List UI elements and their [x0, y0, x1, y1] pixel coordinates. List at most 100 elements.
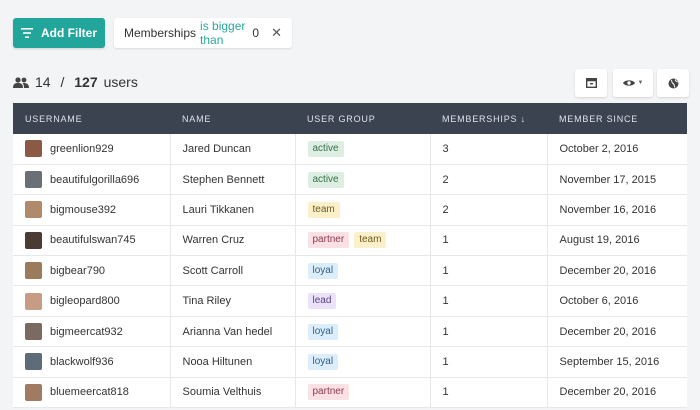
username-cell: bigmouse392: [13, 194, 171, 226]
username-cell: beautifulgorilla696: [13, 164, 171, 196]
username-cell: blackwolf936: [13, 346, 171, 378]
user-group-cell: partner team: [295, 225, 431, 257]
memberships-cell: 1: [430, 316, 548, 348]
table-row[interactable]: bluemeercat818 Soumia Velthuis partner 1 Dec…: [13, 377, 687, 409]
username-cell: greenlion929: [13, 134, 171, 165]
table-row[interactable]: bigbear790 Scott Carroll loyal 1 December 20…: [13, 255, 687, 287]
user-group-cell: partner: [295, 377, 431, 409]
name-cell: Scott Carroll: [170, 255, 296, 287]
visibility-dropdown-button[interactable]: ▼: [613, 69, 653, 97]
add-filter-button[interactable]: Add Filter: [13, 18, 105, 48]
username-cell: bigleopard800: [13, 285, 171, 317]
username[interactable]: beautifulswan745: [50, 234, 136, 246]
member-since-cell: August 19, 2016: [547, 225, 687, 257]
tag-lead[interactable]: lead: [307, 293, 337, 310]
username[interactable]: blackwolf936: [50, 356, 114, 368]
memberships-cell: 3: [430, 134, 548, 165]
name-cell: Lauri Tikkanen: [170, 194, 296, 226]
header-username[interactable]: USERNAME: [13, 103, 170, 134]
table-row[interactable]: bigmouse392 Lauri Tikkanen team 2 November 1…: [13, 194, 687, 226]
close-icon[interactable]: ✕: [271, 25, 282, 41]
username[interactable]: greenlion929: [50, 143, 114, 155]
archive-button[interactable]: [575, 69, 607, 97]
header-name[interactable]: NAME: [170, 103, 295, 134]
filter-value[interactable]: 0: [252, 26, 259, 40]
table-header-row: USERNAME NAME USER GROUP MEMBERSHIPS ↓ M…: [13, 103, 687, 134]
shown-count: 14: [35, 74, 51, 90]
avatar: [25, 201, 42, 219]
memberships-cell: 1: [430, 225, 548, 257]
tag-loyal[interactable]: loyal: [307, 262, 339, 279]
user-group-cell: active: [295, 134, 431, 165]
add-filter-label: Add Filter: [41, 26, 97, 40]
table-row[interactable]: beautifulswan745 Warren Cruz partner team 1 A…: [13, 225, 687, 257]
tag-loyal[interactable]: loyal: [307, 323, 339, 340]
user-group-cell: loyal: [295, 255, 431, 287]
user-group-cell: lead: [295, 285, 431, 317]
avatar: [25, 140, 42, 158]
user-count: 14 / 127 users: [13, 74, 138, 90]
member-since-cell: November 17, 2015: [547, 164, 687, 196]
users-table: USERNAME NAME USER GROUP MEMBERSHIPS ↓ M…: [13, 103, 687, 409]
username-cell: beautifulswan745: [13, 225, 171, 257]
tag-active[interactable]: active: [307, 140, 344, 157]
username[interactable]: bigmouse392: [50, 204, 116, 216]
table-row[interactable]: bigleopard800 Tina Riley lead 1 October 6, 2…: [13, 285, 687, 317]
table-row[interactable]: blackwolf936 Nooa Hiltunen loyal 1 September…: [13, 346, 687, 378]
member-since-cell: December 20, 2016: [547, 377, 687, 409]
memberships-cell: 1: [430, 377, 548, 409]
name-cell: Tina Riley: [170, 285, 296, 317]
username[interactable]: bigmeercat932: [50, 326, 123, 338]
total-count: 127: [74, 74, 98, 90]
table-row[interactable]: bigmeercat932 Arianna Van hedel loyal 1 Dece…: [13, 316, 687, 348]
member-since-cell: October 2, 2016: [547, 134, 687, 165]
username-cell: bluemeercat818: [13, 377, 171, 409]
member-since-cell: November 16, 2016: [547, 194, 687, 226]
filter-bar: Add Filter Memberships is bigger than 0 …: [13, 18, 292, 48]
name-cell: Soumia Velthuis: [170, 377, 296, 409]
name-cell: Stephen Bennett: [170, 164, 296, 196]
filter-chip[interactable]: Memberships is bigger than 0 ✕: [114, 18, 292, 48]
username[interactable]: bigbear790: [50, 265, 105, 277]
member-since-cell: December 20, 2016: [547, 316, 687, 348]
header-memberships[interactable]: MEMBERSHIPS ↓: [430, 103, 547, 134]
filter-field: Memberships: [124, 26, 197, 40]
tag-partner[interactable]: partner: [307, 384, 350, 401]
table-row[interactable]: beautifulgorilla696 Stephen Bennett active…: [13, 164, 687, 196]
avatar: [25, 171, 42, 189]
chevron-down-icon: ▼: [637, 80, 644, 86]
tag-loyal[interactable]: loyal: [307, 353, 339, 370]
member-since-cell: September 15, 2016: [547, 346, 687, 378]
user-group-cell: team: [295, 194, 431, 226]
archive-icon: [585, 78, 597, 88]
name-cell: Jared Duncan: [170, 134, 296, 165]
username-cell: bigbear790: [13, 255, 171, 287]
tag-team[interactable]: team: [354, 232, 387, 249]
username[interactable]: beautifulgorilla696: [50, 174, 139, 186]
table-row[interactable]: greenlion929 Jared Duncan active 3 October 2…: [13, 134, 687, 165]
count-unit: users: [103, 74, 138, 90]
globe-button[interactable]: [657, 69, 689, 97]
memberships-cell: 2: [430, 164, 548, 196]
tag-active[interactable]: active: [307, 171, 344, 188]
header-member-since[interactable]: MEMBER SINCE: [547, 103, 687, 134]
avatar: [25, 262, 42, 280]
tag-partner[interactable]: partner: [307, 232, 350, 249]
member-since-cell: October 6, 2016: [547, 285, 687, 317]
count-separator: /: [56, 74, 69, 90]
globe-icon: [668, 78, 678, 88]
avatar: [25, 231, 42, 249]
username[interactable]: bigleopard800: [50, 295, 120, 307]
avatar: [25, 292, 42, 310]
memberships-cell: 1: [430, 255, 548, 287]
memberships-cell: 1: [430, 285, 548, 317]
header-user-group[interactable]: USER GROUP: [295, 103, 430, 134]
filter-operator[interactable]: is bigger than: [200, 19, 248, 47]
user-group-cell: loyal: [295, 346, 431, 378]
eye-icon: [622, 80, 635, 86]
username[interactable]: bluemeercat818: [50, 386, 129, 398]
user-group-cell: active: [295, 164, 431, 196]
filter-lines-icon: [21, 28, 33, 38]
tag-team[interactable]: team: [307, 201, 340, 218]
memberships-cell: 1: [430, 346, 548, 378]
